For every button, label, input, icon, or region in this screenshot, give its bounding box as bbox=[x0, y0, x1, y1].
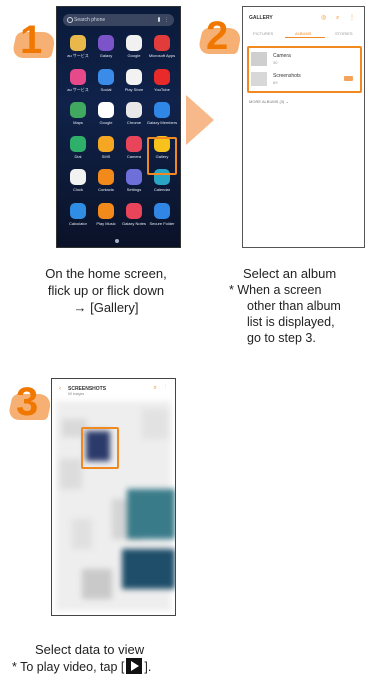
more-icon[interactable]: ⋮ bbox=[164, 14, 169, 26]
gallery-phone: GALLERY ◎ ⌕ ⋮ PICTURES ALBUMS STORIES Ca… bbox=[242, 6, 365, 248]
app-icon-au[interactable]: au サービス bbox=[63, 69, 93, 101]
app-icon-social[interactable]: Social bbox=[91, 69, 121, 101]
back-icon[interactable]: ‹ bbox=[59, 386, 61, 392]
app-label: Galaxy Members bbox=[146, 120, 178, 125]
step-1-number: 1 bbox=[11, 18, 60, 64]
search-bar[interactable]: Search phone ⋮ bbox=[63, 14, 174, 26]
step-3-caption: Select data to view bbox=[35, 642, 145, 657]
app-icon-graphic bbox=[154, 69, 170, 85]
app-icon-graphic bbox=[126, 136, 142, 152]
step-2-note: * When a screen other than album list is… bbox=[229, 283, 341, 345]
album-toolbar-icons[interactable]: ⌕ ⋮ bbox=[153, 385, 169, 392]
albums-highlight bbox=[247, 46, 362, 93]
app-icon-galaxy-notes[interactable]: Galaxy Notes bbox=[119, 203, 149, 235]
search-placeholder: Search phone bbox=[74, 17, 106, 23]
app-icon-graphic bbox=[70, 35, 86, 51]
app-icon-secure-folder[interactable]: Secure Folder bbox=[147, 203, 177, 235]
app-icon-contacts[interactable]: Contacts bbox=[91, 169, 121, 201]
gallery-highlight bbox=[147, 137, 177, 175]
app-icon-graphic bbox=[98, 169, 114, 185]
app-icon-google[interactable]: Google bbox=[91, 102, 121, 134]
app-icon-graphic bbox=[126, 203, 142, 219]
mic-icon[interactable] bbox=[158, 17, 160, 22]
app-icon-settings[interactable]: Settings bbox=[119, 169, 149, 201]
app-icon-sms[interactable]: SMS bbox=[91, 136, 121, 168]
step-2-number: 2 bbox=[197, 14, 246, 60]
tab-pictures[interactable]: PICTURES bbox=[253, 31, 273, 36]
app-icon-youtube[interactable]: YouTube bbox=[147, 69, 177, 101]
search-icon bbox=[67, 17, 73, 23]
screenshots-phone: ‹ SCREENSHOTS 69 images ⌕ ⋮ bbox=[51, 378, 176, 616]
app-icon-graphic bbox=[98, 136, 114, 152]
app-icon-galaxy[interactable]: Galaxy bbox=[91, 35, 121, 67]
app-icon-graphic bbox=[70, 203, 86, 219]
tab-albums[interactable]: ALBUMS bbox=[295, 31, 311, 36]
app-icon-graphic bbox=[98, 102, 114, 118]
app-icon-graphic bbox=[154, 35, 170, 51]
app-icon-graphic bbox=[70, 69, 86, 85]
app-icon-graphic bbox=[70, 102, 86, 118]
gallery-toolbar-icons[interactable]: ◎ ⌕ ⋮ bbox=[321, 14, 359, 22]
page-indicator bbox=[115, 239, 119, 243]
step-2-caption: Select an album bbox=[243, 266, 337, 281]
step-1-caption: On the home screen, flick up or flick do… bbox=[45, 266, 167, 315]
album-subtitle: 69 images bbox=[68, 392, 85, 396]
app-icon-graphic bbox=[126, 169, 142, 185]
step-3-note: * To play video, tap []. bbox=[12, 658, 152, 674]
app-icon-camera[interactable]: Camera bbox=[119, 136, 149, 168]
home-screen-phone: Search phone ⋮ au サービス Galaxy Google Micros… bbox=[56, 6, 181, 248]
app-icon-chrome[interactable]: Chrome bbox=[119, 102, 149, 134]
app-icon-graphic bbox=[154, 102, 170, 118]
tab-stories[interactable]: STORIES bbox=[335, 31, 353, 36]
gallery-title: GALLERY bbox=[249, 15, 273, 21]
next-step-arrow bbox=[186, 95, 214, 145]
app-icon-graphic bbox=[154, 203, 170, 219]
app-icon-graphic bbox=[126, 35, 142, 51]
app-icon-graphic bbox=[98, 69, 114, 85]
app-icon-dial[interactable]: Dial bbox=[63, 136, 93, 168]
app-label: Calendar bbox=[153, 187, 171, 192]
app-icon-graphic bbox=[126, 69, 142, 85]
app-icon-galaxy-members[interactable]: Galaxy Members bbox=[147, 102, 177, 134]
app-icon-graphic bbox=[98, 35, 114, 51]
tab-underline bbox=[285, 37, 325, 38]
app-icon-graphic bbox=[70, 169, 86, 185]
app-icon-microsoft-apps[interactable]: Microsoft Apps bbox=[147, 35, 177, 67]
app-icon-maps[interactable]: Maps bbox=[63, 102, 93, 134]
image-highlight bbox=[81, 427, 119, 469]
app-icon-clock[interactable]: Clock bbox=[63, 169, 93, 201]
step-3-number: 3 bbox=[7, 380, 56, 426]
play-icon bbox=[126, 658, 143, 674]
app-icon-graphic bbox=[126, 102, 142, 118]
app-icon-play-music[interactable]: Play Music bbox=[91, 203, 121, 235]
app-label: YouTube bbox=[154, 87, 170, 92]
app-icon-graphic bbox=[70, 136, 86, 152]
more-albums-link[interactable]: MORE ALBUMS (3) ⌄ bbox=[249, 99, 289, 104]
app-icon-calculator[interactable]: Calculator bbox=[63, 203, 93, 235]
app-icon-graphic bbox=[98, 203, 114, 219]
app-icon-google[interactable]: Google bbox=[119, 35, 149, 67]
app-icon-play-store[interactable]: Play Store bbox=[119, 69, 149, 101]
app-icon-au[interactable]: au サービス bbox=[63, 35, 93, 67]
app-label: Microsoft Apps bbox=[148, 53, 176, 58]
app-label: Secure Folder bbox=[149, 221, 175, 226]
